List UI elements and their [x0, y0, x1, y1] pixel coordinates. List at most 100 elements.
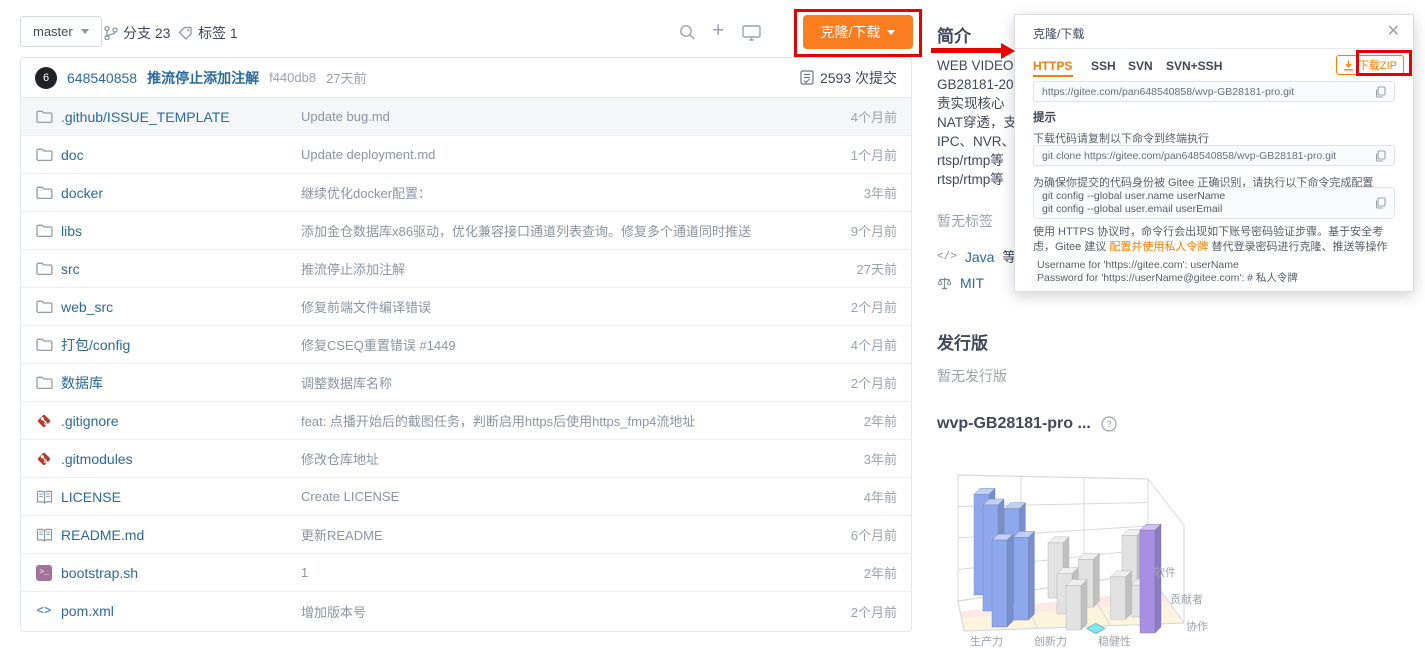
table-row[interactable]: web_src修复前端文件编译错误2个月前: [21, 288, 911, 326]
tab-ssh[interactable]: SSH: [1091, 59, 1116, 73]
file-name-link[interactable]: pom.xml: [61, 603, 114, 619]
popup-title: 克隆/下载: [1033, 25, 1084, 42]
clone-download-button[interactable]: 克隆/下载: [803, 15, 913, 49]
file-name-link[interactable]: bootstrap.sh: [61, 565, 138, 581]
search-icon[interactable]: [679, 24, 696, 41]
table-row[interactable]: .github/ISSUE_TEMPLATEUpdate bug.md4个月前: [21, 98, 911, 136]
tab-svn-ssh[interactable]: SVN+SSH: [1166, 59, 1222, 73]
branches-link[interactable]: 分支 23: [104, 23, 170, 43]
branch-selector-label: master: [33, 24, 73, 39]
commit-message-link[interactable]: 更新README: [301, 525, 801, 544]
branch-icon: [104, 25, 118, 41]
tab-https[interactable]: HTTPS: [1033, 59, 1072, 73]
git-clone-field[interactable]: git clone https://gitee.com/pan648540858…: [1033, 145, 1395, 166]
close-icon[interactable]: ✕: [1387, 21, 1400, 41]
file-name-link[interactable]: .gitmodules: [61, 451, 133, 467]
table-row[interactable]: src推流停止添加注解27天前: [21, 250, 911, 288]
intro-heading: 简介: [937, 22, 971, 47]
table-row[interactable]: >_bootstrap.sh12年前: [21, 554, 911, 592]
tags-label: 标签 1: [198, 23, 238, 43]
avatar[interactable]: 6: [35, 67, 57, 89]
commit-message-link[interactable]: 推流停止添加注解: [301, 259, 801, 278]
chevron-down-icon: [887, 30, 895, 35]
file-name-link[interactable]: .gitignore: [61, 413, 119, 429]
file-name-link[interactable]: 数据库: [61, 373, 103, 393]
commit-message-link[interactable]: 修复前端文件编译错误: [301, 297, 801, 316]
project-title: wvp-GB28181-pro ...: [937, 415, 1091, 433]
code-icon: </>: [937, 251, 957, 263]
project-title-row: wvp-GB28181-pro ... ?: [937, 415, 1117, 433]
file-name-link[interactable]: libs: [61, 223, 82, 239]
clone-hint-text: 下载代码请复制以下命令到终端执行: [1033, 130, 1209, 146]
monitor-icon[interactable]: [742, 25, 761, 41]
file-name-link[interactable]: README.md: [61, 527, 144, 543]
commit-author-link[interactable]: 648540858: [67, 70, 137, 86]
repo-url-field[interactable]: https://gitee.com/pan648540858/wvp-GB281…: [1033, 81, 1395, 102]
table-row[interactable]: 数据库调整数据库名称2个月前: [21, 364, 911, 402]
commit-message-link[interactable]: Update bug.md: [301, 109, 801, 124]
commit-message-link[interactable]: 修改仓库地址: [301, 449, 801, 468]
tab-svn[interactable]: SVN: [1128, 59, 1153, 73]
git-config-field[interactable]: git config --global user.name userName g…: [1033, 187, 1395, 219]
table-row[interactable]: <>pom.xml增加版本号2个月前: [21, 592, 911, 630]
commit-time: 4年前: [864, 487, 897, 506]
commit-message-link[interactable]: Update deployment.md: [301, 147, 801, 162]
file-name-link[interactable]: src: [61, 261, 80, 277]
https-note: 使用 HTTPS 协议时，命令行会出现如下账号密码验证步骤。基于安全考虑，Git…: [1033, 225, 1399, 255]
branch-selector-dropdown[interactable]: master: [20, 16, 102, 47]
file-name-link[interactable]: web_src: [61, 299, 113, 315]
commit-hash[interactable]: f440db8: [269, 70, 316, 85]
download-zip-button[interactable]: 下载ZIP: [1336, 55, 1404, 75]
code-icon: <>: [35, 604, 53, 618]
commit-message-link[interactable]: 调整数据库名称: [301, 373, 801, 392]
commits-count-label: 2593 次提交: [820, 68, 897, 88]
file-name-link[interactable]: .github/ISSUE_TEMPLATE: [61, 109, 230, 125]
file-list: .github/ISSUE_TEMPLATEUpdate bug.md4个月前d…: [21, 98, 911, 630]
commit-message-link[interactable]: 增加版本号: [301, 602, 801, 621]
table-row[interactable]: docker 继续优化docker配置： 3年前: [21, 174, 911, 212]
copy-icon[interactable]: [1375, 86, 1386, 98]
commit-time: 3年前: [864, 183, 897, 202]
license-link[interactable]: MIT: [960, 275, 984, 291]
folder-icon: [35, 147, 53, 162]
commit-message-link[interactable]: 1: [301, 565, 801, 580]
file-name-link[interactable]: 打包/config: [61, 335, 130, 355]
commit-time: 9个月前: [851, 221, 897, 240]
file-name-link[interactable]: doc: [61, 147, 84, 163]
help-icon[interactable]: ?: [1101, 416, 1117, 432]
file-name-link[interactable]: docker: [61, 185, 103, 201]
table-row[interactable]: README.md更新README6个月前: [21, 516, 911, 554]
folder-icon: [35, 375, 53, 390]
commit-message-link[interactable]: 修复CSEQ重置错误 #1449: [301, 335, 801, 354]
copy-icon[interactable]: [1375, 197, 1386, 209]
shell-icon: >_: [35, 565, 53, 581]
folder-icon: [35, 223, 53, 238]
no-tags-text: 暂无标签: [937, 211, 993, 231]
commit-message-link[interactable]: 继续优化docker配置：: [301, 183, 801, 202]
commit-message-link[interactable]: 添加金仓数据库x86驱动，优化兼容接口通道列表查询。修复多个通道同时推送: [301, 221, 801, 240]
folder-icon: [35, 185, 53, 200]
commit-message-link[interactable]: feat: 点播开始后的截图任务，判断启用https后使用https_fmp4流…: [301, 411, 801, 430]
table-row[interactable]: 打包/config修复CSEQ重置错误 #14494个月前: [21, 326, 911, 364]
table-row[interactable]: LICENSE Create LICENSE 4年前: [21, 478, 911, 516]
tags-link[interactable]: 标签 1: [178, 23, 238, 43]
git-clone-command: git clone https://gitee.com/pan648540858…: [1042, 150, 1336, 162]
table-row[interactable]: libs 添加金仓数据库x86驱动，优化兼容接口通道列表查询。修复多个通道同时推送…: [21, 212, 911, 250]
private-token-link[interactable]: 配置并使用私人令牌: [1109, 241, 1208, 253]
download-icon: [1343, 60, 1354, 71]
table-row[interactable]: docUpdate deployment.md1个月前: [21, 136, 911, 174]
latest-commit-bar: 6 648540858 推流停止添加注解 f440db8 27天前 2593 次…: [21, 58, 911, 98]
table-row[interactable]: .gitmodules修改仓库地址3年前: [21, 440, 911, 478]
table-row[interactable]: .gitignore feat: 点播开始后的截图任务，判断启用https后使用h…: [21, 402, 911, 440]
commit-message-link[interactable]: 推流停止添加注解: [147, 68, 259, 88]
language-link[interactable]: Java: [965, 249, 995, 265]
chart-depth-label: 协作: [1186, 619, 1208, 633]
copy-icon[interactable]: [1375, 150, 1386, 162]
plus-icon[interactable]: +: [712, 22, 724, 40]
terminal-example: Username for 'https://gitee.com': userNa…: [1037, 259, 1298, 285]
repo-file-panel: 6 648540858 推流停止添加注解 f440db8 27天前 2593 次…: [20, 57, 912, 632]
commits-count-link[interactable]: 2593 次提交: [800, 68, 897, 88]
file-name-link[interactable]: LICENSE: [61, 489, 121, 505]
commit-message-link[interactable]: Create LICENSE: [301, 489, 801, 504]
chart-x-label: 创新力: [1034, 634, 1067, 648]
